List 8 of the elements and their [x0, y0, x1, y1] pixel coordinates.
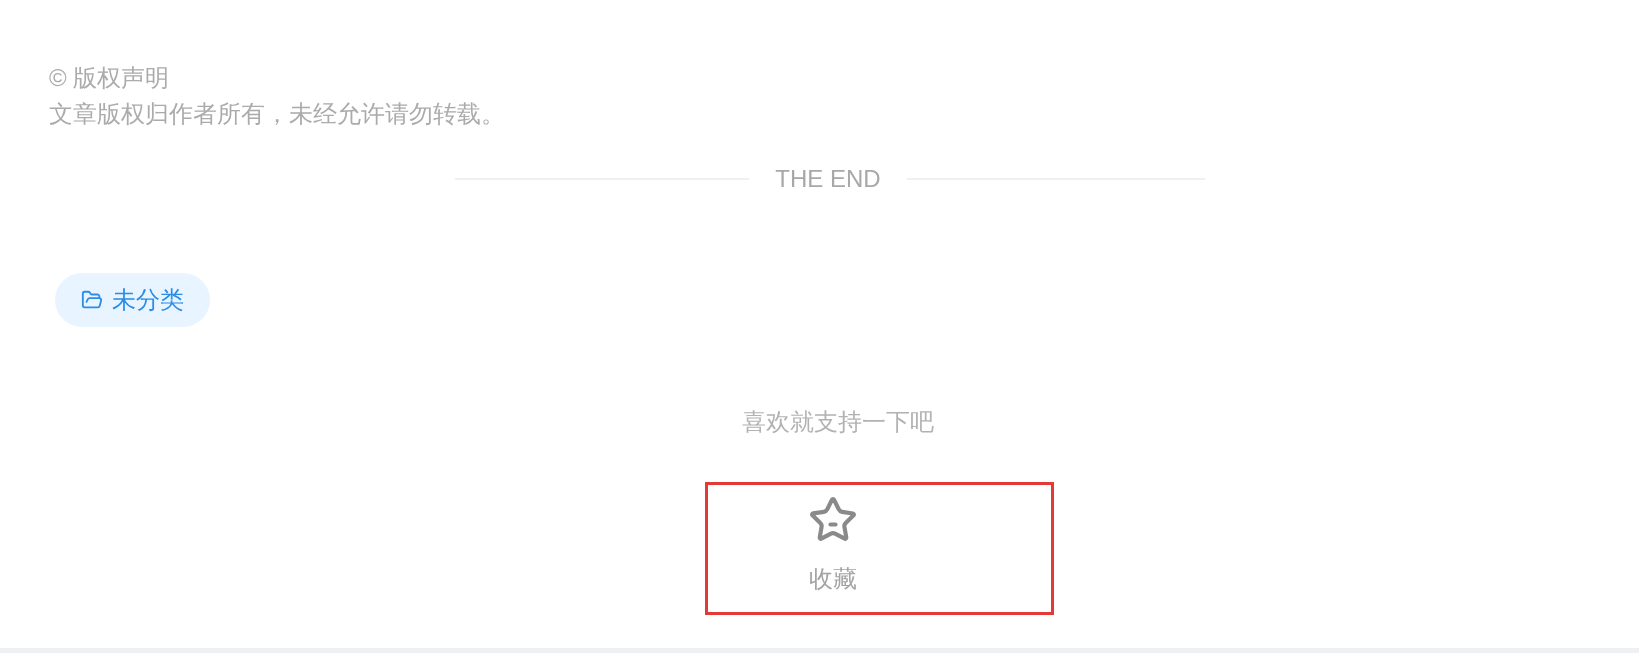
copyright-title: © 版权声明 — [49, 63, 170, 93]
category-tag[interactable]: 未分类 — [55, 273, 210, 327]
star-icon — [810, 497, 856, 542]
folder-icon — [81, 289, 103, 311]
support-prompt: 喜欢就支持一下吧 — [742, 407, 934, 437]
end-divider-label: THE END — [775, 164, 881, 194]
favorite-button[interactable]: 收藏 — [805, 497, 861, 597]
copyright-notice: 文章版权归作者所有，未经允许请勿转载。 — [49, 99, 505, 129]
